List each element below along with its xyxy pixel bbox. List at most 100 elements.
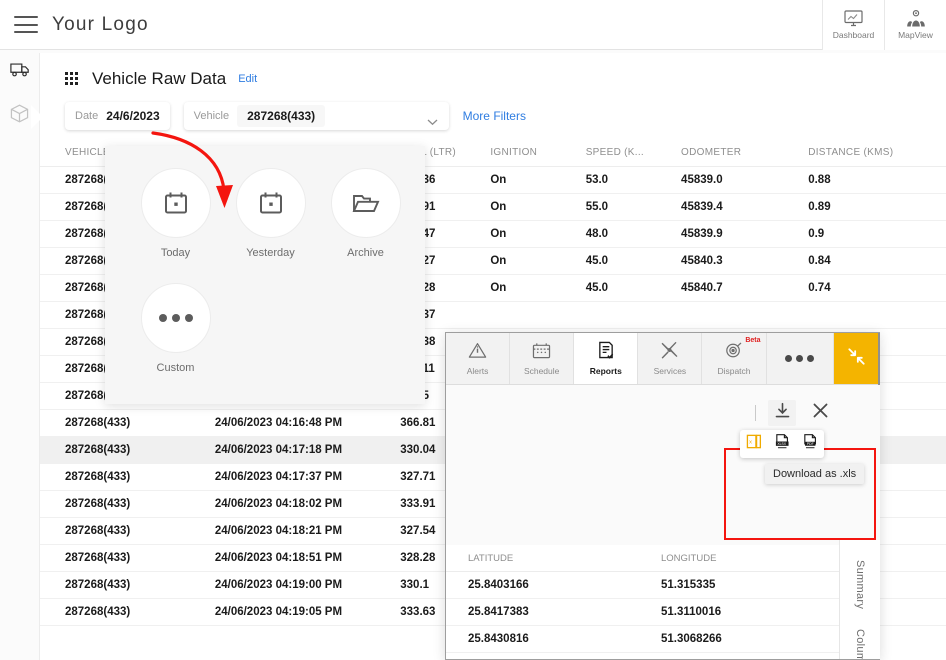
download-pdf-option[interactable]: PDF	[802, 433, 819, 455]
cell-ignition: On	[490, 274, 586, 302]
top-navigation-bar: Your Logo Dashboard MapView	[0, 0, 946, 50]
cell-latitude: 25.8430816	[446, 625, 661, 653]
side-tab-columns[interactable]: Columns	[854, 619, 866, 659]
edit-link[interactable]: Edit	[238, 73, 257, 85]
xlsx-file-icon: XLSX	[774, 433, 791, 455]
cell-longitude: 51.3068266	[661, 625, 839, 653]
col-header-distance[interactable]: DISTANCE (KMS)	[808, 142, 946, 167]
reports-toolbar: Alerts Schedule Reports Services Beta Di…	[446, 333, 880, 385]
mapview-button[interactable]: MapView	[884, 0, 946, 50]
cell-odometer: 45840.3	[681, 247, 809, 275]
coord-table-row[interactable]: 25.844023351.30302	[446, 652, 839, 659]
tab-services[interactable]: Services	[638, 333, 703, 384]
app-root: Your Logo Dashboard MapView Vehicle Raw …	[0, 0, 946, 660]
app-logo: Your Logo	[52, 13, 149, 35]
tab-schedule[interactable]: Schedule	[510, 333, 575, 384]
truck-icon	[9, 62, 30, 83]
date-option-custom[interactable]: Custom	[128, 283, 223, 374]
date-option-today-label: Today	[160, 247, 191, 259]
date-picker-popup: Today Yesterday Archive Custom	[105, 146, 425, 404]
coord-table-body: 25.8403166 51.315335 25.8417383 51.3110016 2…	[446, 571, 839, 659]
tab-reports-label: Reports	[589, 366, 622, 376]
mapview-label: MapView	[898, 29, 933, 40]
coord-table-row[interactable]: 25.8430816 51.3068266	[446, 625, 839, 653]
date-option-yesterday[interactable]: Yesterday	[223, 168, 318, 259]
svg-text:XLSX: XLSX	[777, 442, 786, 446]
cell-datetime: 24/06/2023 04:19:00 PM	[214, 571, 401, 599]
folder-open-icon	[330, 168, 401, 238]
col-header-longitude[interactable]: LONGITUDE	[661, 545, 839, 572]
svg-text:x: x	[749, 439, 752, 445]
date-filter-value: 24/6/2023	[106, 109, 160, 123]
panel-side-tabs: Summary Columns	[839, 540, 880, 659]
tab-dispatch[interactable]: Beta Dispatch	[702, 333, 767, 384]
cell-odometer: 45839.9	[681, 220, 809, 248]
cell-distance: 0.9	[808, 220, 946, 248]
coord-table-row[interactable]: 25.8403166 51.315335	[446, 571, 839, 599]
cell-datetime: 24/06/2023 04:17:37 PM	[214, 463, 401, 491]
cell-datetime: 24/06/2023 04:17:18 PM	[214, 436, 401, 464]
ellipsis-icon	[140, 283, 211, 353]
cell-ignition	[490, 301, 586, 329]
tab-reports[interactable]: Reports	[574, 333, 639, 384]
cell-distance: 0.74	[808, 274, 946, 302]
collapse-panel-button[interactable]	[833, 333, 880, 384]
cell-speed: 48.0	[585, 220, 682, 248]
cell-odometer: 45839.4	[681, 193, 809, 221]
date-filter[interactable]: Date 24/6/2023	[65, 102, 170, 130]
date-quick-options-row-2: Custom	[105, 259, 425, 374]
col-header-odometer[interactable]: ODOMETER	[681, 142, 809, 167]
reports-overlay-panel: Alerts Schedule Reports Services Beta Di…	[445, 332, 880, 660]
date-option-today[interactable]: Today	[128, 168, 223, 259]
side-tab-summary[interactable]: Summary	[854, 550, 866, 619]
cell-speed: 55.0	[585, 193, 682, 221]
cell-distance: 0.89	[808, 193, 946, 221]
close-button[interactable]	[808, 401, 832, 425]
cell-distance: 0.84	[808, 247, 946, 275]
page-header: Vehicle Raw Data Edit	[40, 53, 946, 89]
left-sidebar-rail	[0, 50, 43, 660]
cell-datetime: 24/06/2023 04:18:51 PM	[214, 544, 401, 572]
more-options-button[interactable]	[767, 333, 834, 384]
col-header-speed[interactable]: SPEED (K...	[585, 142, 682, 167]
ellipsis-icon	[785, 355, 793, 362]
coord-header-row: LATITUDE LONGITUDE	[446, 545, 839, 572]
date-option-archive[interactable]: Archive	[318, 168, 413, 259]
dashboard-label: Dashboard	[832, 29, 875, 40]
sidebar-item-vehicles[interactable]	[0, 50, 39, 94]
hamburger-menu-icon[interactable]	[14, 16, 38, 33]
tab-services-label: Services	[653, 366, 687, 376]
alert-triangle-icon	[468, 342, 487, 364]
chevron-down-icon[interactable]	[427, 113, 438, 126]
col-header-latitude[interactable]: LATITUDE	[446, 545, 661, 572]
divider	[755, 405, 756, 421]
coord-table-head: LATITUDE LONGITUDE	[446, 545, 839, 572]
svg-text:PDF: PDF	[806, 442, 813, 446]
collapse-arrows-icon	[847, 347, 866, 371]
download-xlsx-option[interactable]: XLSX	[774, 433, 791, 455]
calendar-icon	[140, 168, 211, 238]
cell-latitude: 25.8440233	[446, 652, 661, 659]
tab-alerts[interactable]: Alerts	[446, 333, 511, 384]
filter-bar: Date 24/6/2023 Vehicle 287268(433) More …	[40, 89, 946, 130]
cell-vehicle: 287268(433)	[40, 517, 215, 545]
calendar-schedule-icon	[532, 342, 551, 364]
date-option-archive-label: Archive	[347, 247, 384, 259]
coord-table-row[interactable]: 25.8417383 51.3110016	[446, 598, 839, 626]
dashboard-button[interactable]: Dashboard	[822, 0, 884, 50]
download-xls-option[interactable]: x	[746, 433, 763, 455]
col-header-ignition[interactable]: IGNITION	[490, 142, 586, 167]
date-quick-options-row-1: Today Yesterday Archive	[105, 146, 425, 259]
download-button[interactable]	[768, 400, 796, 426]
vehicle-filter[interactable]: Vehicle 287268(433)	[183, 102, 449, 130]
more-filters-link[interactable]: More Filters	[463, 109, 526, 123]
cell-vehicle: 287268(433)	[40, 490, 215, 518]
download-icon	[774, 402, 791, 424]
cell-ignition: On	[490, 193, 586, 221]
close-icon	[812, 402, 829, 424]
cell-speed: 53.0	[585, 166, 682, 194]
mapview-pin-icon	[906, 9, 926, 27]
dispatch-icon	[725, 341, 743, 364]
cell-vehicle: 287268(433)	[40, 571, 215, 599]
cell-latitude: 25.8403166	[446, 571, 661, 599]
